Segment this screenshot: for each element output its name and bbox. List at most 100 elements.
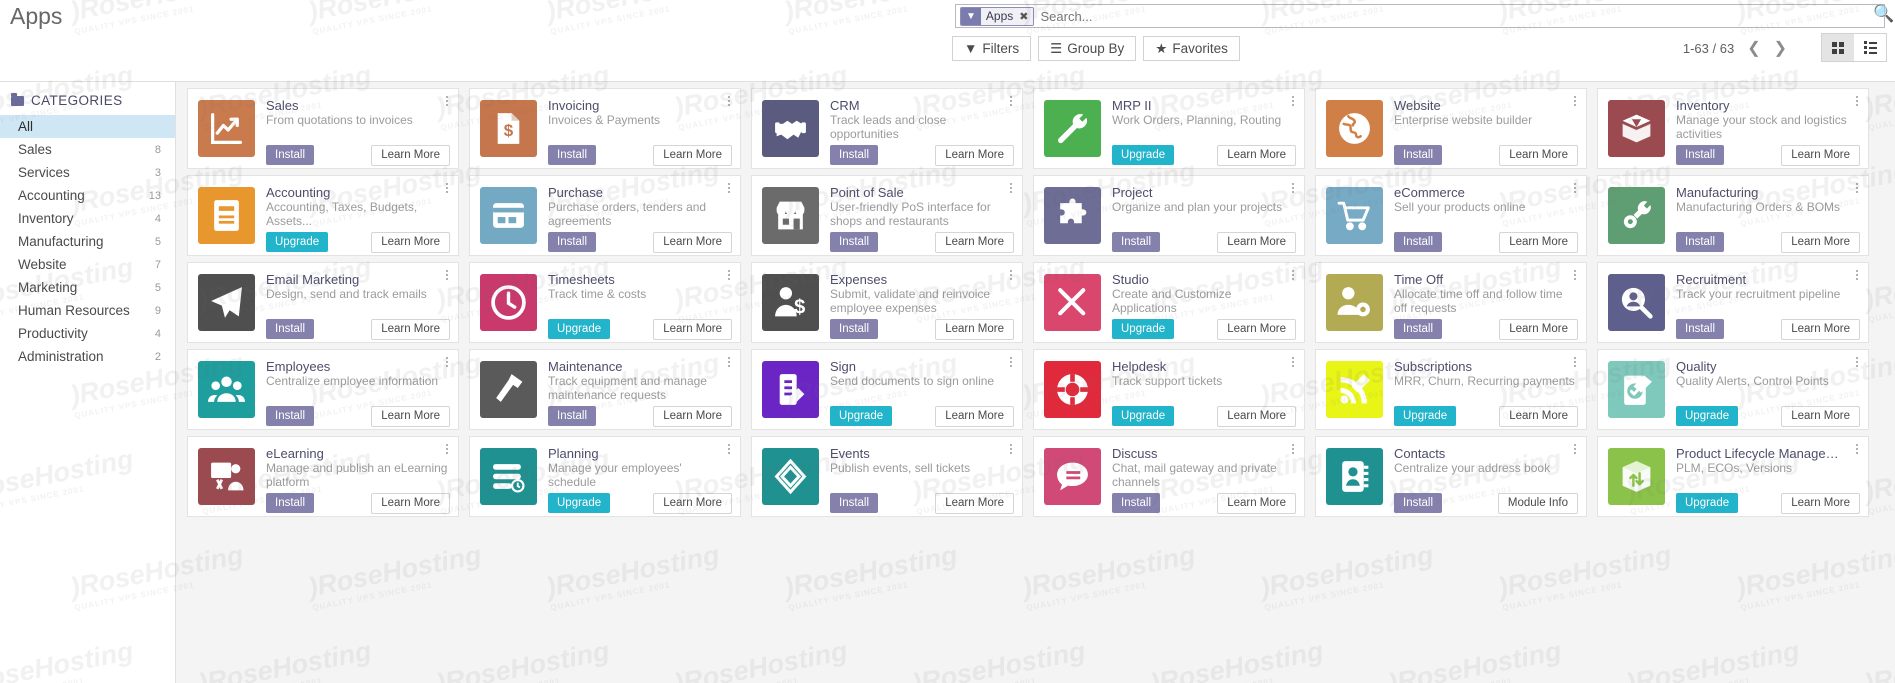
search-icon[interactable]: 🔍 <box>1873 4 1894 24</box>
upgrade-button[interactable]: Upgrade <box>548 319 611 339</box>
learn-more-button[interactable]: Learn More <box>935 144 1014 166</box>
install-button[interactable]: Install <box>1394 145 1443 165</box>
install-button[interactable]: Install <box>830 232 879 252</box>
app-card[interactable]: $ Expenses Submit, validate and reinvoice … <box>751 262 1023 343</box>
kebab-menu-icon[interactable] <box>725 270 733 282</box>
kebab-menu-icon[interactable] <box>725 96 733 108</box>
learn-more-button[interactable]: Learn More <box>1781 318 1860 340</box>
app-card[interactable]: Recruitment Track your recruitment pipeli… <box>1597 262 1869 343</box>
kebab-menu-icon[interactable] <box>1853 183 1861 195</box>
kebab-menu-icon[interactable] <box>1007 96 1015 108</box>
app-card[interactable]: Accounting Accounting, Taxes, Budgets, As… <box>187 175 459 256</box>
kebab-menu-icon[interactable] <box>1289 270 1297 282</box>
install-button[interactable]: Install <box>830 493 879 513</box>
sidebar-item-productivity[interactable]: Productivity 4 <box>0 322 175 345</box>
app-card[interactable]: Timesheets Track time & costs Upgrade Learn… <box>469 262 741 343</box>
filters-button[interactable]: ▼ Filters <box>952 36 1032 61</box>
app-card[interactable]: Time Off Allocate time off and follow tim… <box>1315 262 1587 343</box>
install-button[interactable]: Install <box>266 406 315 426</box>
app-card[interactable]: Project Organize and plan your projects In… <box>1033 175 1305 256</box>
learn-more-button[interactable]: Learn More <box>935 318 1014 340</box>
learn-more-button[interactable]: Learn More <box>653 492 732 514</box>
upgrade-button[interactable]: Upgrade <box>266 232 329 252</box>
kebab-menu-icon[interactable] <box>1289 183 1297 195</box>
app-card[interactable]: Product Lifecycle Management ... PLM, ECO… <box>1597 436 1869 517</box>
sidebar-item-accounting[interactable]: Accounting 13 <box>0 184 175 207</box>
app-card[interactable]: Helpdesk Track support tickets Upgrade Lear… <box>1033 349 1305 430</box>
list-view-icon[interactable] <box>1854 34 1886 61</box>
install-button[interactable]: Install <box>266 493 315 513</box>
app-card[interactable]: Website Enterprise website builder Install… <box>1315 88 1587 169</box>
favorites-button[interactable]: ★ Favorites <box>1143 36 1240 61</box>
kebab-menu-icon[interactable] <box>443 183 451 195</box>
install-button[interactable]: Install <box>830 319 879 339</box>
app-card[interactable]: Sales From quotations to invoices Install L… <box>187 88 459 169</box>
learn-more-button[interactable]: Learn More <box>1781 405 1860 427</box>
kebab-menu-icon[interactable] <box>1007 270 1015 282</box>
kebab-menu-icon[interactable] <box>1571 270 1579 282</box>
kebab-menu-icon[interactable] <box>725 444 733 456</box>
app-card[interactable]: Quality Quality Alerts, Control Points Upg… <box>1597 349 1869 430</box>
learn-more-button[interactable]: Learn More <box>653 318 732 340</box>
app-card[interactable]: Inventory Manage your stock and logistics… <box>1597 88 1869 169</box>
learn-more-button[interactable]: Learn More <box>1217 318 1296 340</box>
kebab-menu-icon[interactable] <box>1853 444 1861 456</box>
close-icon[interactable]: ✖ <box>1018 7 1034 25</box>
learn-more-button[interactable]: Learn More <box>1499 318 1578 340</box>
install-button[interactable]: Install <box>1394 319 1443 339</box>
app-card[interactable]: Subscriptions MRR, Churn, Recurring payme… <box>1315 349 1587 430</box>
kebab-menu-icon[interactable] <box>1571 96 1579 108</box>
app-card[interactable]: Email Marketing Design, send and track em… <box>187 262 459 343</box>
upgrade-button[interactable]: Upgrade <box>548 493 611 513</box>
learn-more-button[interactable]: Learn More <box>935 405 1014 427</box>
learn-more-button[interactable]: Learn More <box>935 231 1014 253</box>
kebab-menu-icon[interactable] <box>1289 357 1297 369</box>
kebab-menu-icon[interactable] <box>1289 96 1297 108</box>
kebab-menu-icon[interactable] <box>1853 270 1861 282</box>
kebab-menu-icon[interactable] <box>1571 183 1579 195</box>
module-info-button[interactable]: Module Info <box>1497 492 1578 514</box>
kebab-menu-icon[interactable] <box>443 270 451 282</box>
group-by-button[interactable]: ☰ Group By <box>1038 36 1137 61</box>
sidebar-item-human-resources[interactable]: Human Resources 9 <box>0 299 175 322</box>
install-button[interactable]: Install <box>266 145 315 165</box>
kebab-menu-icon[interactable] <box>725 357 733 369</box>
upgrade-button[interactable]: Upgrade <box>1112 145 1175 165</box>
sidebar-item-inventory[interactable]: Inventory 4 <box>0 207 175 230</box>
learn-more-button[interactable]: Learn More <box>1217 492 1296 514</box>
learn-more-button[interactable]: Learn More <box>653 144 732 166</box>
app-card[interactable]: Point of Sale User-friendly PoS interface… <box>751 175 1023 256</box>
app-card[interactable]: MRP II Work Orders, Planning, Routing Upgr… <box>1033 88 1305 169</box>
app-card[interactable]: Sign Send documents to sign online Upgrade… <box>751 349 1023 430</box>
upgrade-button[interactable]: Upgrade <box>1394 406 1457 426</box>
upgrade-button[interactable]: Upgrade <box>1112 319 1175 339</box>
learn-more-button[interactable]: Learn More <box>371 318 450 340</box>
app-card[interactable]: Contacts Centralize your address book Inst… <box>1315 436 1587 517</box>
sidebar-item-sales[interactable]: Sales 8 <box>0 138 175 161</box>
upgrade-button[interactable]: Upgrade <box>1112 406 1175 426</box>
learn-more-button[interactable]: Learn More <box>1217 405 1296 427</box>
learn-more-button[interactable]: Learn More <box>371 405 450 427</box>
pager-next-icon[interactable]: ❯ <box>1774 38 1787 58</box>
kebab-menu-icon[interactable] <box>1289 444 1297 456</box>
search-input[interactable] <box>1034 8 1882 24</box>
kebab-menu-icon[interactable] <box>443 357 451 369</box>
kebab-menu-icon[interactable] <box>443 444 451 456</box>
kebab-menu-icon[interactable] <box>1007 183 1015 195</box>
kebab-menu-icon[interactable] <box>1853 357 1861 369</box>
pager-previous-icon[interactable]: ❮ <box>1747 38 1760 58</box>
learn-more-button[interactable]: Learn More <box>935 492 1014 514</box>
app-card[interactable]: eLearning Manage and publish an eLearning… <box>187 436 459 517</box>
install-button[interactable]: Install <box>548 406 597 426</box>
install-button[interactable]: Install <box>1676 145 1725 165</box>
sidebar-item-services[interactable]: Services 3 <box>0 161 175 184</box>
install-button[interactable]: Install <box>1394 493 1443 513</box>
kebab-menu-icon[interactable] <box>725 183 733 195</box>
grid-view-icon[interactable] <box>1822 34 1854 61</box>
app-card[interactable]: $ Invoicing Invoices & Payments Install Lear… <box>469 88 741 169</box>
learn-more-button[interactable]: Learn More <box>1217 231 1296 253</box>
app-card[interactable]: Events Publish events, sell tickets Instal… <box>751 436 1023 517</box>
kebab-menu-icon[interactable] <box>1853 96 1861 108</box>
upgrade-button[interactable]: Upgrade <box>830 406 893 426</box>
kebab-menu-icon[interactable] <box>1007 444 1015 456</box>
